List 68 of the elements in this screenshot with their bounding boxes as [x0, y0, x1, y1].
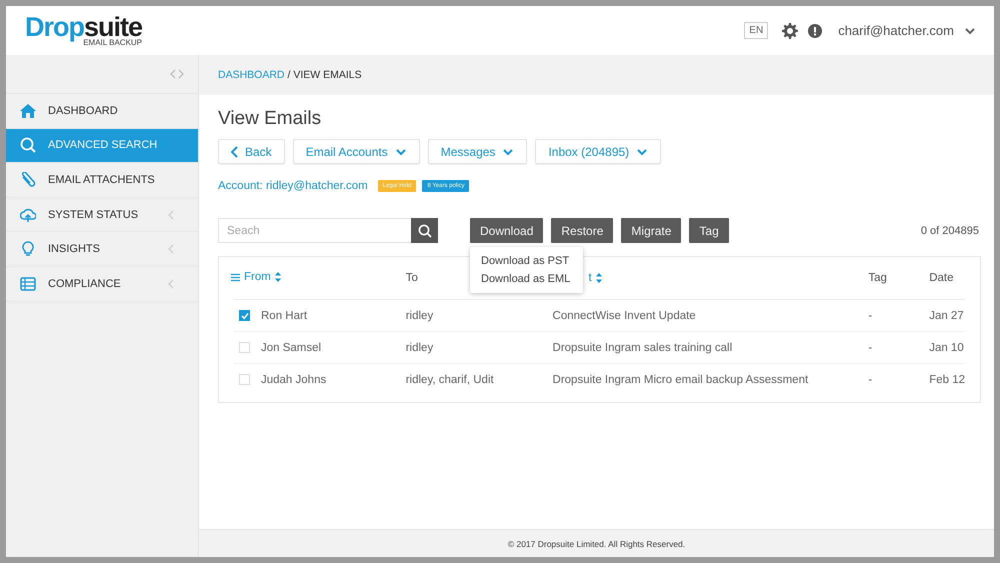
table-cell: Feb 12: [929, 374, 965, 386]
chevron-down-icon: [964, 26, 976, 34]
breadcrumb-current: / VIEW EMAILS: [288, 69, 362, 81]
table-cell: -: [868, 310, 872, 322]
dropdown-button[interactable]: Email Accounts: [292, 139, 420, 164]
logo-wordmark: Dropsuite: [25, 14, 142, 41]
page-title: View Emails: [218, 108, 322, 130]
table-cell: Jan 10: [929, 342, 964, 354]
settings-icon[interactable]: [782, 22, 798, 38]
chevron-down-icon: [636, 148, 648, 156]
table-cell: Dropsuite Ingram sales training call: [552, 342, 732, 354]
sidebar-item[interactable]: COMPLIANCE: [6, 266, 198, 302]
language-button[interactable]: EN: [744, 22, 768, 39]
alert-icon[interactable]: [808, 24, 822, 38]
account-label: Account: ridley@hatcher.com: [218, 180, 368, 192]
sidebar-item[interactable]: SYSTEM STATUS: [6, 198, 198, 232]
table-cell: ridley: [406, 342, 434, 354]
dropdown-button[interactable]: Messages: [428, 139, 528, 164]
check-icon: [240, 312, 248, 320]
sidebar-item[interactable]: EMAIL ATTACHENTS: [6, 163, 198, 198]
footer-text: © 2017 Dropsuite Limited. All Rights Reserved.: [199, 529, 994, 557]
menu-item[interactable]: Download as EML: [470, 270, 583, 288]
chevron-left-icon: [168, 244, 174, 254]
result-count: 0 of 204895: [920, 224, 979, 236]
home-icon: [20, 102, 36, 119]
sort-icon: [596, 273, 602, 283]
action-button[interactable]: Restore: [551, 218, 614, 243]
lightbulb-icon: [20, 241, 36, 258]
table-cell: Dropsuite Ingram Micro email backup Assessment: [552, 374, 808, 386]
table-cell: ridley: [406, 310, 434, 322]
table-cell: Judah Johns: [261, 374, 326, 386]
chevron-left-icon: [168, 278, 174, 289]
chevron-left-icon: [168, 210, 174, 220]
action-button[interactable]: Tag: [689, 218, 729, 243]
sidebar-item[interactable]: INSIGHTS: [6, 232, 198, 267]
table-cell: Jon Samsel: [261, 342, 322, 354]
sidebar-item[interactable]: ADVANCED SEARCH: [6, 128, 198, 164]
logo-tagline: EMAIL BACKUP: [83, 39, 142, 47]
back-button[interactable]: Back: [218, 139, 285, 164]
column-header: To: [406, 272, 418, 284]
sort-icon: [274, 272, 281, 282]
table-cell: Ron Hart: [261, 310, 308, 322]
column-header[interactable]: t: [588, 272, 602, 284]
search-button[interactable]: [411, 218, 438, 243]
table-cell: -: [868, 374, 872, 386]
cloud-upload-icon: [20, 206, 36, 223]
table-cell: -: [868, 342, 872, 354]
column-header[interactable]: From: [231, 271, 281, 284]
chevron-down-icon: [394, 148, 407, 156]
paperclip-icon: [20, 172, 36, 188]
list-icon: [20, 276, 36, 292]
chevron-down-icon: [502, 148, 514, 156]
user-menu[interactable]: charif@hatcher.com: [838, 23, 954, 38]
dropdown-button[interactable]: Inbox (204895): [535, 139, 662, 164]
menu-icon: [231, 272, 240, 282]
menu-item[interactable]: Download as PST: [470, 252, 583, 270]
search-icon: [418, 224, 432, 238]
column-header: Date: [929, 272, 954, 284]
column-header: Tag: [868, 272, 887, 284]
table-cell: ConnectWise Invent Update: [552, 310, 696, 322]
collapse-icon[interactable]: [170, 69, 184, 79]
action-button[interactable]: Download: [470, 218, 544, 243]
table-cell: Jan 27: [929, 310, 964, 322]
checkbox[interactable]: [239, 310, 250, 321]
table-cell: ridley, charif, Udit: [406, 374, 494, 386]
chevron-left-icon: [231, 146, 238, 158]
search-icon: [20, 137, 36, 154]
action-button[interactable]: Migrate: [621, 218, 682, 243]
